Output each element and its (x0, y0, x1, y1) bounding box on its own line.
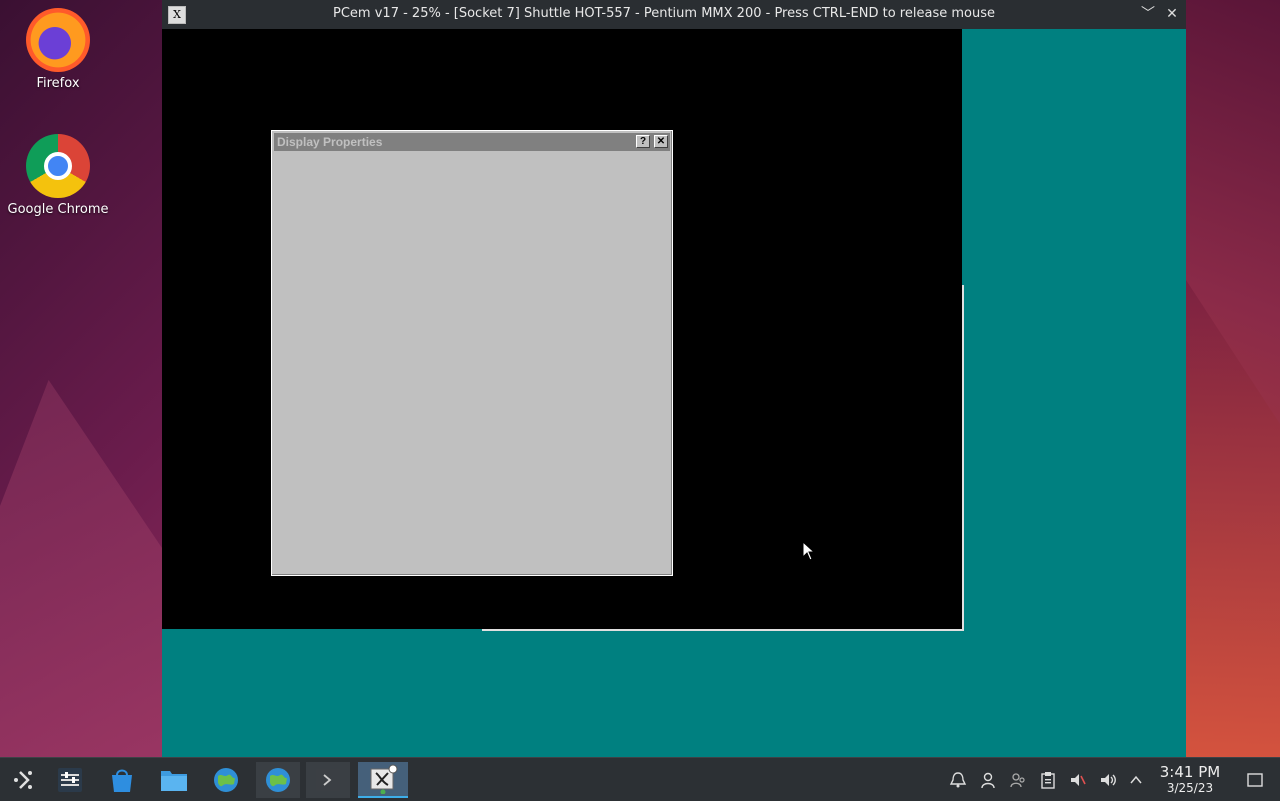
launcher-icon (14, 771, 32, 789)
store-icon (112, 769, 132, 792)
digital-clock[interactable]: 3:41 PM 3/25/23 (1152, 764, 1228, 795)
tray-mic-muted[interactable] (1064, 758, 1092, 801)
clock-time: 3:41 PM (1159, 763, 1221, 781)
tray-expand[interactable] (1122, 758, 1150, 801)
desktop-icon-label: Google Chrome (7, 202, 109, 217)
globe-icon (266, 768, 290, 792)
tray-volume[interactable] (1094, 758, 1122, 801)
taskbar-pcem[interactable] (358, 762, 408, 798)
desktop-icon-chrome[interactable]: Google Chrome (3, 134, 113, 217)
emulator-screen[interactable]: Display Properties ? ✕ (162, 29, 1186, 757)
dialog-close-button[interactable]: ✕ (654, 135, 668, 148)
window-titlebar[interactable]: X PCem v17 - 25% - [Socket 7] Shuttle HO… (162, 0, 1186, 29)
dialog-titlebar[interactable]: Display Properties ? ✕ (274, 133, 670, 151)
tray-user[interactable] (974, 758, 1002, 801)
globe-icon (214, 768, 238, 792)
taskbar-browser[interactable] (204, 762, 248, 798)
desktop-icon-firefox[interactable]: Firefox (3, 8, 113, 91)
users-icon (1010, 772, 1025, 787)
folder-icon (161, 771, 187, 791)
taskbar-terminal[interactable] (306, 762, 350, 798)
wallpaper-shape (0, 380, 162, 800)
show-desktop[interactable] (1241, 758, 1269, 801)
display-edge (482, 629, 964, 631)
firefox-icon (26, 8, 90, 72)
user-icon (981, 772, 995, 788)
pcem-icon (370, 764, 398, 794)
desktop-icon-label: Firefox (36, 76, 80, 91)
sliders-icon (58, 768, 82, 792)
chevron-up-icon (1130, 775, 1142, 783)
close-button[interactable]: ✕ (1162, 4, 1182, 24)
pcem-app-icon[interactable]: X (168, 6, 186, 24)
show-desktop-icon (1247, 772, 1263, 787)
display-edge (962, 285, 964, 631)
pcem-window: X PCem v17 - 25% - [Socket 7] Shuttle HO… (162, 0, 1186, 757)
help-button[interactable]: ? (636, 135, 650, 148)
chrome-icon (26, 134, 90, 198)
clock-date: 3/25/23 (1166, 781, 1214, 795)
taskbar-system-settings[interactable] (48, 762, 92, 798)
volume-icon (1101, 773, 1116, 786)
clipboard-icon (1041, 771, 1055, 789)
taskbar: 3:41 PM 3/25/23 (0, 757, 1280, 801)
terminal-icon (316, 769, 340, 791)
display-properties-dialog: Display Properties ? ✕ (271, 130, 673, 576)
taskbar-discover[interactable] (100, 762, 144, 798)
tray-users[interactable] (1004, 758, 1032, 801)
tray-clipboard[interactable] (1034, 758, 1062, 801)
dialog-title: Display Properties (277, 135, 383, 149)
taskbar-browser[interactable] (256, 762, 300, 798)
alarm-bell-icon (949, 771, 967, 787)
tray-notifications[interactable] (944, 758, 972, 801)
speaker-muted-icon (1071, 773, 1086, 786)
taskbar-file-manager[interactable] (152, 762, 196, 798)
window-title: PCem v17 - 25% - [Socket 7] Shuttle HOT-… (333, 6, 995, 21)
application-launcher[interactable] (2, 762, 46, 798)
minimize-button[interactable]: ﹀ (1138, 4, 1158, 24)
